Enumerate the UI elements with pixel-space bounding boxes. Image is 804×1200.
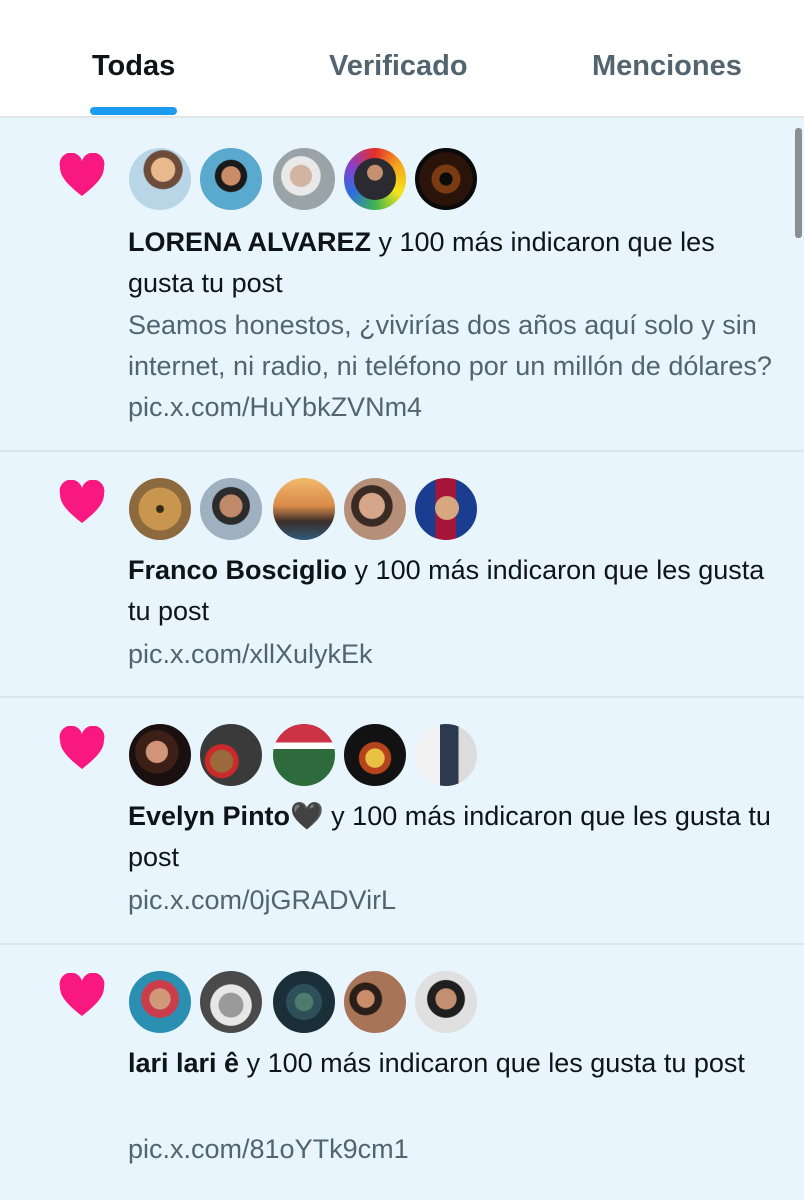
notification-text: lari lari ê y 100 más indicaron que les … (128, 1043, 788, 1084)
post-link[interactable]: pic.x.com/0jGRADVirL (128, 880, 788, 921)
user-name[interactable]: lari lari ê (128, 1048, 239, 1078)
teddy-avatar[interactable] (198, 722, 264, 788)
tab-todas[interactable]: Todas (92, 50, 175, 83)
avatar[interactable] (271, 476, 337, 542)
notification-tabs: Todas Verificado Menciones (0, 0, 804, 118)
avatar[interactable] (127, 146, 193, 212)
notification-row[interactable]: Franco Bosciglio y 100 más indicaron que… (0, 452, 804, 698)
active-tab-indicator (90, 107, 177, 115)
avatar[interactable] (198, 969, 264, 1035)
user-name[interactable]: Franco Bosciglio (128, 555, 347, 585)
avatar[interactable] (342, 146, 408, 212)
post-preview[interactable]: Seamos honestos, ¿vivirías dos años aquí… (128, 305, 788, 428)
heart-icon (59, 973, 105, 1016)
like-action-text: y 100 más indicaron que les gusta tu pos… (239, 1048, 745, 1078)
notification-text: Evelyn Pinto🖤 y 100 más indicaron que le… (128, 796, 788, 878)
avatar[interactable] (198, 476, 264, 542)
avatar[interactable] (413, 969, 479, 1035)
post-link[interactable]: pic.x.com/HuYbkZVNm4 (128, 392, 422, 422)
post-link[interactable]: pic.x.com/81oYTk9cm1 (128, 1129, 788, 1170)
stadium-avatar[interactable] (271, 722, 337, 788)
dog-avatar[interactable] (127, 476, 193, 542)
avatar[interactable] (127, 969, 193, 1035)
avatar[interactable] (271, 146, 337, 212)
heart-icon (59, 726, 105, 769)
avatar[interactable] (342, 969, 408, 1035)
post-snippet: Seamos honestos, ¿vivirías dos años aquí… (128, 310, 772, 381)
trophy-avatar[interactable] (342, 722, 408, 788)
water-avatar[interactable] (271, 969, 337, 1035)
barca-avatar[interactable] (413, 476, 479, 542)
tab-menciones[interactable]: Menciones (592, 50, 742, 83)
avatar[interactable] (413, 722, 479, 788)
eye-avatar[interactable] (413, 146, 479, 212)
heart-icon (59, 480, 105, 523)
notification-row[interactable]: Evelyn Pinto🖤 y 100 más indicaron que le… (0, 698, 804, 945)
notification-text: LORENA ALVAREZ y 100 más indicaron que l… (128, 222, 788, 304)
avatar[interactable] (127, 722, 193, 788)
user-name[interactable]: LORENA ALVAREZ (128, 227, 371, 257)
avatar[interactable] (198, 146, 264, 212)
user-name[interactable]: Evelyn Pinto🖤 (128, 801, 324, 831)
notification-row[interactable]: lari lari ê y 100 más indicaron que les … (0, 945, 804, 1200)
notification-row[interactable]: LORENA ALVAREZ y 100 más indicaron que l… (0, 118, 804, 452)
post-link[interactable]: pic.x.com/xllXulykEk (128, 634, 788, 675)
tab-verificado[interactable]: Verificado (329, 50, 468, 83)
heart-icon (59, 153, 105, 196)
notification-text: Franco Bosciglio y 100 más indicaron que… (128, 550, 788, 632)
avatar[interactable] (342, 476, 408, 542)
